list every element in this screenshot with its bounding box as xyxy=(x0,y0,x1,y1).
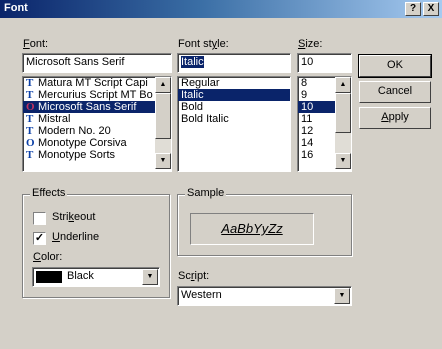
size-list-item-label: 10 xyxy=(301,101,314,113)
scroll-up-icon[interactable]: ▲ xyxy=(335,77,351,93)
font-list-item[interactable]: T Mistral xyxy=(23,113,171,125)
font-list-item-label: Mercurius Script MT Bo xyxy=(38,89,153,101)
color-value: Black xyxy=(67,270,94,282)
style-input-value: Italic xyxy=(181,56,204,68)
font-input[interactable]: Microsoft Sans Serif xyxy=(22,53,172,73)
font-list-item[interactable]: T Modern No. 20 xyxy=(23,125,171,137)
window-title: Font xyxy=(4,2,28,14)
style-list-item[interactable]: Italic xyxy=(178,89,290,101)
size-list[interactable]: 8 9 10 11 12 14 16 ▲ ▼ xyxy=(297,76,352,172)
ok-button[interactable]: OK xyxy=(358,54,432,78)
sample-label: Sample xyxy=(185,187,227,199)
style-list-item-label: Bold xyxy=(181,101,204,113)
opentype-icon: O xyxy=(26,137,35,149)
chevron-down-icon[interactable]: ▼ xyxy=(142,269,158,285)
truetype-icon: T xyxy=(26,77,34,89)
font-list[interactable]: T Matura MT Script Capi T Mercurius Script … xyxy=(22,76,172,172)
style-list-item-label: Bold Italic xyxy=(181,113,229,125)
font-list-item-label: Mistral xyxy=(38,113,71,125)
font-list-item-label: Monotype Corsiva xyxy=(38,137,127,149)
color-dropdown[interactable]: Black ▼ xyxy=(32,267,160,287)
truetype-icon: T xyxy=(26,125,34,137)
sample-preview: AaBbYyZz xyxy=(190,213,314,245)
apply-button[interactable]: Apply xyxy=(359,107,431,129)
script-label: Script: xyxy=(178,270,210,282)
scroll-thumb[interactable] xyxy=(155,93,171,139)
underline-checkbox[interactable]: ✓ xyxy=(33,232,46,245)
truetype-icon: T xyxy=(26,149,34,161)
style-list-item-label: Italic xyxy=(181,89,204,101)
effects-label: Effects xyxy=(30,187,68,199)
font-list-item[interactable]: T Matura MT Script Capi xyxy=(23,77,171,89)
size-list-item-label: 16 xyxy=(301,149,314,161)
help-button[interactable]: ? xyxy=(405,2,421,16)
font-list-item[interactable]: O Microsoft Sans Serif xyxy=(23,101,171,113)
font-label-rest: ont: xyxy=(29,38,49,50)
color-swatch xyxy=(36,271,62,283)
strikeout-checkbox[interactable] xyxy=(33,212,46,225)
font-list-item[interactable]: O Monotype Corsiva xyxy=(23,137,171,149)
size-list-item-label: 9 xyxy=(301,89,308,101)
sample-text: AaBbYyZz xyxy=(221,221,283,236)
size-list-item-label: 12 xyxy=(301,125,314,137)
opentype-icon: O xyxy=(26,101,35,113)
title-bar: Font ? X xyxy=(0,0,442,18)
style-label: Font style: xyxy=(178,38,229,50)
size-label: Size: xyxy=(298,38,323,50)
truetype-icon: T xyxy=(26,89,34,101)
cancel-button[interactable]: Cancel xyxy=(359,81,431,103)
size-list-item-label: 8 xyxy=(301,77,308,89)
font-list-item-label: Matura MT Script Capi xyxy=(38,77,148,89)
style-list[interactable]: Regular Italic Bold Bold Italic xyxy=(177,76,291,172)
font-list-item[interactable]: T Monotype Sorts xyxy=(23,149,171,161)
script-value: Western xyxy=(181,289,222,301)
font-list-item-label: Modern No. 20 xyxy=(38,125,111,137)
chevron-down-icon[interactable]: ▼ xyxy=(334,288,350,304)
scroll-up-icon[interactable]: ▲ xyxy=(155,77,171,93)
scroll-thumb[interactable] xyxy=(335,93,351,133)
script-dropdown[interactable]: Western ▼ xyxy=(177,286,352,306)
style-list-item[interactable]: Bold Italic xyxy=(178,113,290,125)
style-list-item-label: Regular xyxy=(181,77,220,89)
font-list-item-label: Monotype Sorts xyxy=(38,149,116,161)
style-input[interactable]: Italic xyxy=(177,53,291,73)
style-list-item[interactable]: Regular xyxy=(178,77,290,89)
font-list-item-label: Microsoft Sans Serif xyxy=(38,101,137,113)
underline-label[interactable]: Underline xyxy=(52,231,99,243)
size-list-scrollbar[interactable]: ▲ ▼ xyxy=(335,77,351,169)
size-list-item-label: 11 xyxy=(301,113,313,125)
font-list-scrollbar[interactable]: ▲ ▼ xyxy=(155,77,171,169)
scroll-down-icon[interactable]: ▼ xyxy=(335,153,351,169)
font-list-item[interactable]: T Mercurius Script MT Bo xyxy=(23,89,171,101)
truetype-icon: T xyxy=(26,113,34,125)
size-input[interactable]: 10 xyxy=(297,53,352,73)
color-label: Color: xyxy=(33,251,63,263)
close-button[interactable]: X xyxy=(423,2,439,16)
scroll-down-icon[interactable]: ▼ xyxy=(155,153,171,169)
font-label: Font: xyxy=(23,38,49,50)
strikeout-label[interactable]: Strikeout xyxy=(52,211,95,223)
style-list-item[interactable]: Bold xyxy=(178,101,290,113)
size-list-item-label: 14 xyxy=(301,137,314,149)
